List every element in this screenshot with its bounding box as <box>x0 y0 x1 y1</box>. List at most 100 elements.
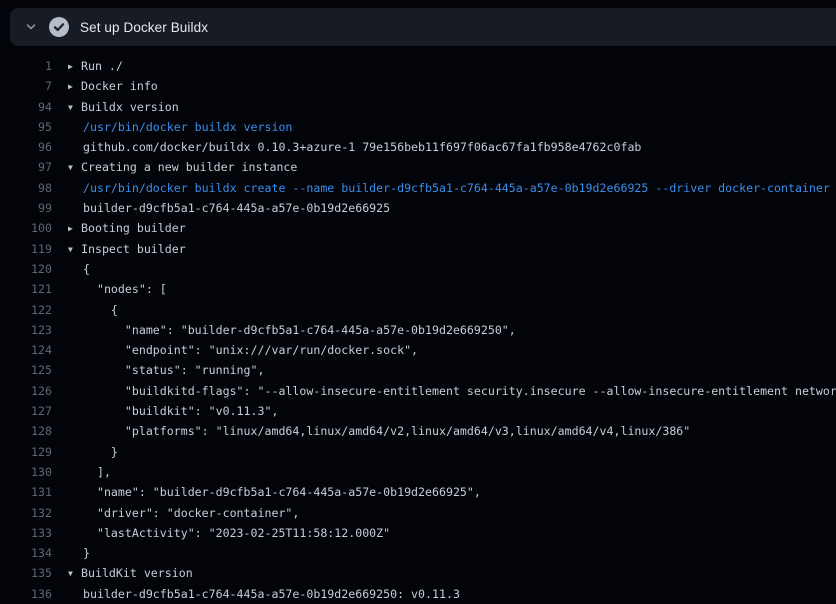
line-number: 121 <box>0 279 52 299</box>
line-number: 100 <box>0 218 52 238</box>
output-text: github.com/docker/buildx 0.10.3+azure-1 … <box>68 137 641 157</box>
chevron-down-icon[interactable] <box>24 20 38 34</box>
group-row-content[interactable]: ▼Buildx version <box>68 97 179 117</box>
log-line-123: 123 "name": "builder-d9cfb5a1-c764-445a-… <box>0 320 836 340</box>
group-title: Docker info <box>81 79 158 93</box>
step-header[interactable]: Set up Docker Buildx <box>10 8 836 46</box>
log-line-100[interactable]: 100 ▶Booting builder <box>0 218 836 238</box>
log-line-98: 98/usr/bin/docker buildx create --name b… <box>0 178 836 198</box>
output-text: "lastActivity": "2023-02-25T11:58:12.000… <box>68 523 390 543</box>
group-row-content[interactable]: ▶Docker info <box>68 76 158 96</box>
group-row-content[interactable]: ▼Inspect builder <box>68 239 186 259</box>
log-line-133: 133 "lastActivity": "2023-02-25T11:58:12… <box>0 523 836 543</box>
log-line-94[interactable]: 94 ▼Buildx version <box>0 97 836 117</box>
output-text: "nodes": [ <box>68 279 167 299</box>
line-number: 97 <box>0 157 52 177</box>
log-line-132: 132 "driver": "docker-container", <box>0 503 836 523</box>
log-line-95: 95/usr/bin/docker buildx version <box>0 117 836 137</box>
step-title: Set up Docker Buildx <box>80 20 208 35</box>
line-number: 119 <box>0 239 52 259</box>
log-line-125: 125 "status": "running", <box>0 360 836 380</box>
output-text: } <box>68 442 118 462</box>
line-number: 132 <box>0 503 52 523</box>
output-text: "buildkit": "v0.11.3", <box>68 401 278 421</box>
command-text: /usr/bin/docker buildx create --name bui… <box>68 178 830 198</box>
group-title: Buildx version <box>81 100 179 114</box>
triangle-down-icon[interactable]: ▼ <box>68 240 81 259</box>
line-number: 128 <box>0 421 52 441</box>
line-number: 1 <box>0 56 52 76</box>
output-text: } <box>68 543 90 563</box>
log-line-99: 99 builder-d9cfb5a1-c764-445a-a57e-0b19d2… <box>0 198 836 218</box>
group-row-content[interactable]: ▶Booting builder <box>68 218 186 238</box>
log-line-131: 131 "name": "builder-d9cfb5a1-c764-445a-… <box>0 482 836 502</box>
output-text: "name": "builder-d9cfb5a1-c764-445a-a57e… <box>68 320 516 340</box>
triangle-down-icon[interactable]: ▼ <box>68 564 81 583</box>
log-line-136: 136 builder-d9cfb5a1-c764-445a-a57e-0b19d… <box>0 584 836 604</box>
log-line-128: 128 "platforms": "linux/amd64,linux/amd6… <box>0 421 836 441</box>
line-number: 95 <box>0 117 52 137</box>
group-row-content[interactable]: ▶Run ./ <box>68 56 123 76</box>
log-line-135[interactable]: 135 ▼BuildKit version <box>0 563 836 583</box>
group-row-content[interactable]: ▼Creating a new builder instance <box>68 157 297 177</box>
line-number: 99 <box>0 198 52 218</box>
log-line-1[interactable]: 1 ▶Run ./ <box>0 56 836 76</box>
line-number: 123 <box>0 320 52 340</box>
log-line-121: 121 "nodes": [ <box>0 279 836 299</box>
output-text: builder-d9cfb5a1-c764-445a-a57e-0b19d2e6… <box>68 198 390 218</box>
output-text: ], <box>68 462 111 482</box>
log-line-126: 126 "buildkitd-flags": "--allow-insecure… <box>0 381 836 401</box>
line-number: 94 <box>0 97 52 117</box>
line-number: 136 <box>0 584 52 604</box>
line-number: 96 <box>0 137 52 157</box>
log-line-129: 129 } <box>0 442 836 462</box>
group-title: Booting builder <box>81 221 186 235</box>
triangle-right-icon[interactable]: ▶ <box>68 77 81 96</box>
line-number: 130 <box>0 462 52 482</box>
group-title: Run ./ <box>81 59 123 73</box>
line-number: 126 <box>0 381 52 401</box>
log-line-120: 120 { <box>0 259 836 279</box>
output-text: { <box>68 259 90 279</box>
check-circle-icon <box>49 17 69 37</box>
log-line-124: 124 "endpoint": "unix:///var/run/docker.… <box>0 340 836 360</box>
line-number: 122 <box>0 300 52 320</box>
output-text: "driver": "docker-container", <box>68 503 299 523</box>
triangle-down-icon[interactable]: ▼ <box>68 98 81 117</box>
log-line-130: 130 ], <box>0 462 836 482</box>
triangle-right-icon[interactable]: ▶ <box>68 57 81 76</box>
group-row-content[interactable]: ▼BuildKit version <box>68 563 193 583</box>
line-number: 129 <box>0 442 52 462</box>
line-number: 124 <box>0 340 52 360</box>
line-number: 98 <box>0 178 52 198</box>
line-number: 127 <box>0 401 52 421</box>
line-number: 134 <box>0 543 52 563</box>
output-text: "platforms": "linux/amd64,linux/amd64/v2… <box>68 421 690 441</box>
line-number: 7 <box>0 76 52 96</box>
output-text: { <box>68 300 118 320</box>
log-line-7[interactable]: 7 ▶Docker info <box>0 76 836 96</box>
triangle-right-icon[interactable]: ▶ <box>68 219 81 238</box>
line-number: 131 <box>0 482 52 502</box>
group-title: Inspect builder <box>81 242 186 256</box>
actions-log-viewer: Set up Docker Buildx 1▶Run ./7▶Docker in… <box>0 0 836 604</box>
triangle-down-icon[interactable]: ▼ <box>68 158 81 177</box>
output-text: "endpoint": "unix:///var/run/docker.sock… <box>68 340 418 360</box>
output-text: "buildkitd-flags": "--allow-insecure-ent… <box>68 381 836 401</box>
output-text: builder-d9cfb5a1-c764-445a-a57e-0b19d2e6… <box>68 584 460 604</box>
log-line-134: 134} <box>0 543 836 563</box>
log-line-119[interactable]: 119 ▼Inspect builder <box>0 239 836 259</box>
line-number: 133 <box>0 523 52 543</box>
line-number: 125 <box>0 360 52 380</box>
log-line-127: 127 "buildkit": "v0.11.3", <box>0 401 836 421</box>
line-number: 120 <box>0 259 52 279</box>
log-line-97[interactable]: 97 ▼Creating a new builder instance <box>0 157 836 177</box>
log-lines: 1▶Run ./7▶Docker info94▼Buildx version95… <box>0 56 836 604</box>
log-line-96: 96 github.com/docker/buildx 0.10.3+azure-… <box>0 137 836 157</box>
log-line-122: 122 { <box>0 300 836 320</box>
output-text: "name": "builder-d9cfb5a1-c764-445a-a57e… <box>68 482 481 502</box>
command-text: /usr/bin/docker buildx version <box>68 117 292 137</box>
group-title: Creating a new builder instance <box>81 160 297 174</box>
line-number: 135 <box>0 563 52 583</box>
group-title: BuildKit version <box>81 566 193 580</box>
